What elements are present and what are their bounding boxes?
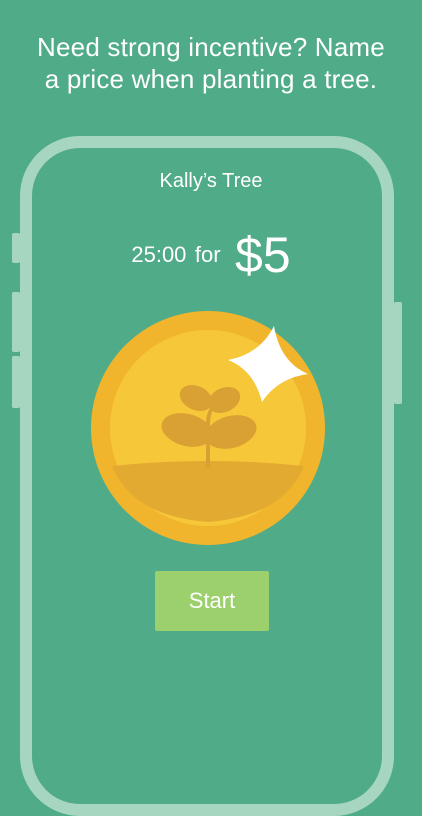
gold-coin-icon: [91, 311, 325, 545]
timer-duration[interactable]: 25:00: [131, 242, 186, 267]
start-button[interactable]: Start: [155, 571, 269, 631]
tree-name-title: Kally’s Tree: [159, 170, 263, 192]
headline-line-2: a price when planting a tree.: [44, 64, 378, 94]
price-row: 25:00 for $5: [0, 226, 422, 284]
phone-volume-up-button: [12, 292, 20, 352]
phone-volume-down-button: [12, 356, 20, 408]
promo-headline: Need strong incentive? Name a price when…: [0, 31, 422, 95]
phone-power-button: [394, 302, 402, 404]
for-label: for: [194, 242, 221, 267]
price-amount[interactable]: $5: [235, 227, 291, 283]
headline-line-1: Need strong incentive? Name: [37, 32, 385, 62]
